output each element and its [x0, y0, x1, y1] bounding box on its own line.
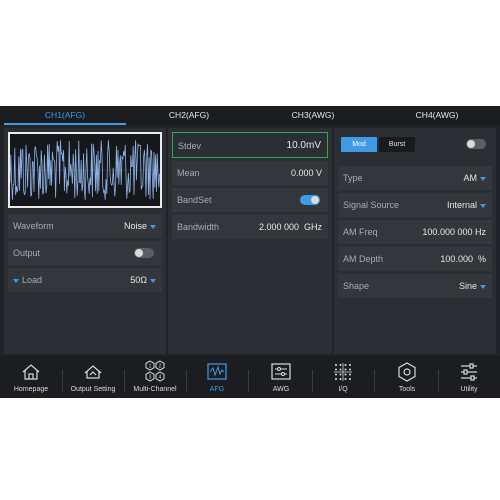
tab-ch2[interactable]: CH2(AFG) — [128, 106, 250, 125]
am-freq-value: 100.000 000 — [422, 227, 473, 237]
tab-ch1[interactable]: CH1(AFG) — [4, 106, 126, 125]
tab-ch4[interactable]: CH4(AWG) — [376, 106, 498, 125]
am-depth-label: AM Depth — [343, 254, 384, 264]
shape-row[interactable]: Shape Sine — [338, 274, 492, 298]
am-freq-label: AM Freq — [343, 227, 378, 237]
signal-source-value: Internal — [446, 200, 477, 210]
stdev-label: Stdev — [178, 141, 202, 151]
output-toggle[interactable] — [134, 248, 154, 258]
dropdown-arrow-icon — [480, 176, 486, 181]
bandwidth-label: Bandwidth — [177, 222, 220, 232]
output-label: Output — [13, 248, 41, 258]
svg-text:2: 2 — [159, 363, 162, 369]
load-label: Load — [22, 275, 43, 285]
nav-utility[interactable]: Utility — [438, 356, 500, 398]
modulation-toggle[interactable] — [466, 139, 486, 149]
dropdown-arrow-icon — [480, 284, 486, 289]
nav-tools-label: Tools — [398, 386, 416, 393]
mod-burst-bar: Mod Burst — [338, 132, 492, 156]
bandwidth-unit: GHz — [304, 222, 322, 232]
signal-source-label: Signal Source — [343, 200, 400, 210]
nav-awg-label: AWG — [272, 386, 290, 393]
nav-iq-label: I/Q — [338, 386, 348, 393]
afg-screen: CH1(AFG) CH2(AFG) CH3(AWG) CH4(AWG) Wave… — [0, 106, 500, 398]
waveform-row[interactable]: Waveform Noise — [8, 214, 162, 238]
nav-divider — [248, 370, 249, 392]
type-label: Type — [343, 173, 363, 183]
nav-tools[interactable]: Tools — [376, 356, 438, 398]
nav-divider — [374, 370, 375, 392]
mean-row[interactable]: Mean 0.000 V — [172, 161, 328, 185]
mod-button[interactable]: Mod — [341, 137, 377, 152]
channel-tabs: CH1(AFG) CH2(AFG) CH3(AWG) CH4(AWG) — [0, 106, 500, 125]
waveform-label: Waveform — [13, 221, 54, 231]
waveform-preview — [8, 132, 162, 208]
bandset-label: BandSet — [177, 195, 212, 205]
toggle-knob — [135, 249, 143, 257]
noise-params-panel: Stdev 10.0mV Mean 0.000 V BandSet Bandwi… — [168, 128, 332, 354]
signal-source-row[interactable]: Signal Source Internal — [338, 193, 492, 217]
dropdown-arrow-icon — [13, 278, 19, 283]
bottom-navigation: Homepage Output Setting 1 2 3 4 Multi-Chann… — [0, 356, 500, 398]
bandwidth-row[interactable]: Bandwidth 2.000 000 GHz — [172, 215, 328, 239]
nav-output-setting[interactable]: Output Setting — [62, 356, 124, 398]
mean-label: Mean — [177, 168, 200, 178]
nav-output-setting-label: Output Setting — [70, 386, 116, 393]
nav-afg-label: AFG — [209, 386, 225, 393]
awg-icon — [271, 363, 291, 380]
am-depth-row[interactable]: AM Depth 100.000 % — [338, 247, 492, 271]
am-freq-unit: Hz — [475, 227, 486, 237]
tab-ch3[interactable]: CH3(AWG) — [252, 106, 374, 125]
am-depth-value: 100.000 — [440, 254, 473, 264]
toggle-knob — [311, 196, 319, 204]
type-value: AM — [463, 173, 478, 183]
shape-value: Sine — [458, 281, 477, 291]
home-icon — [22, 364, 40, 380]
nav-iq[interactable]: I/Q — [312, 356, 374, 398]
nav-multi-channel[interactable]: 1 2 3 4 Multi-Channel — [124, 356, 186, 398]
waveform-value: Noise — [123, 221, 147, 231]
load-value: 50Ω — [130, 275, 147, 285]
nav-homepage-label: Homepage — [13, 386, 49, 393]
afg-wave-icon — [207, 363, 227, 380]
toggle-knob — [467, 140, 475, 148]
output-row[interactable]: Output — [8, 241, 162, 265]
burst-button[interactable]: Burst — [379, 137, 415, 152]
utility-sliders-icon — [461, 363, 477, 381]
shape-label: Shape — [343, 281, 370, 291]
nav-afg[interactable]: AFG — [186, 356, 248, 398]
multi-channel-icon: 1 2 3 4 — [145, 360, 165, 382]
svg-text:1: 1 — [149, 363, 152, 369]
dropdown-arrow-icon — [150, 224, 156, 229]
nav-multi-channel-label: Multi-Channel — [133, 386, 177, 393]
dropdown-arrow-icon — [150, 278, 156, 283]
waveform-panel: Waveform Noise Output Load 50Ω — [4, 128, 166, 354]
am-freq-row[interactable]: AM Freq 100.000 000 Hz — [338, 220, 492, 244]
svg-text:4: 4 — [159, 374, 162, 380]
type-row[interactable]: Type AM — [338, 166, 492, 190]
noise-waveform-graph — [10, 134, 160, 206]
bandset-toggle[interactable] — [300, 195, 320, 205]
bandwidth-value: 2.000 000 — [258, 222, 299, 232]
stdev-value: 10.0mV — [286, 140, 321, 151]
nav-utility-label: Utility — [460, 386, 478, 393]
svg-text:3: 3 — [149, 374, 152, 380]
am-depth-unit: % — [477, 254, 486, 264]
nav-awg[interactable]: AWG — [250, 356, 312, 398]
output-setting-icon — [84, 365, 102, 379]
mean-value: 0.000 V — [290, 168, 322, 178]
nav-homepage[interactable]: Homepage — [0, 356, 62, 398]
modulation-panel: Mod Burst Type AM Signal Source Internal… — [334, 128, 496, 354]
stdev-row[interactable]: Stdev 10.0mV — [172, 132, 328, 158]
iq-constellation-icon — [334, 363, 352, 381]
load-row[interactable]: Load 50Ω — [8, 268, 162, 292]
tools-hexagon-icon — [398, 362, 416, 382]
bandset-row[interactable]: BandSet — [172, 188, 328, 212]
dropdown-arrow-icon — [480, 203, 486, 208]
